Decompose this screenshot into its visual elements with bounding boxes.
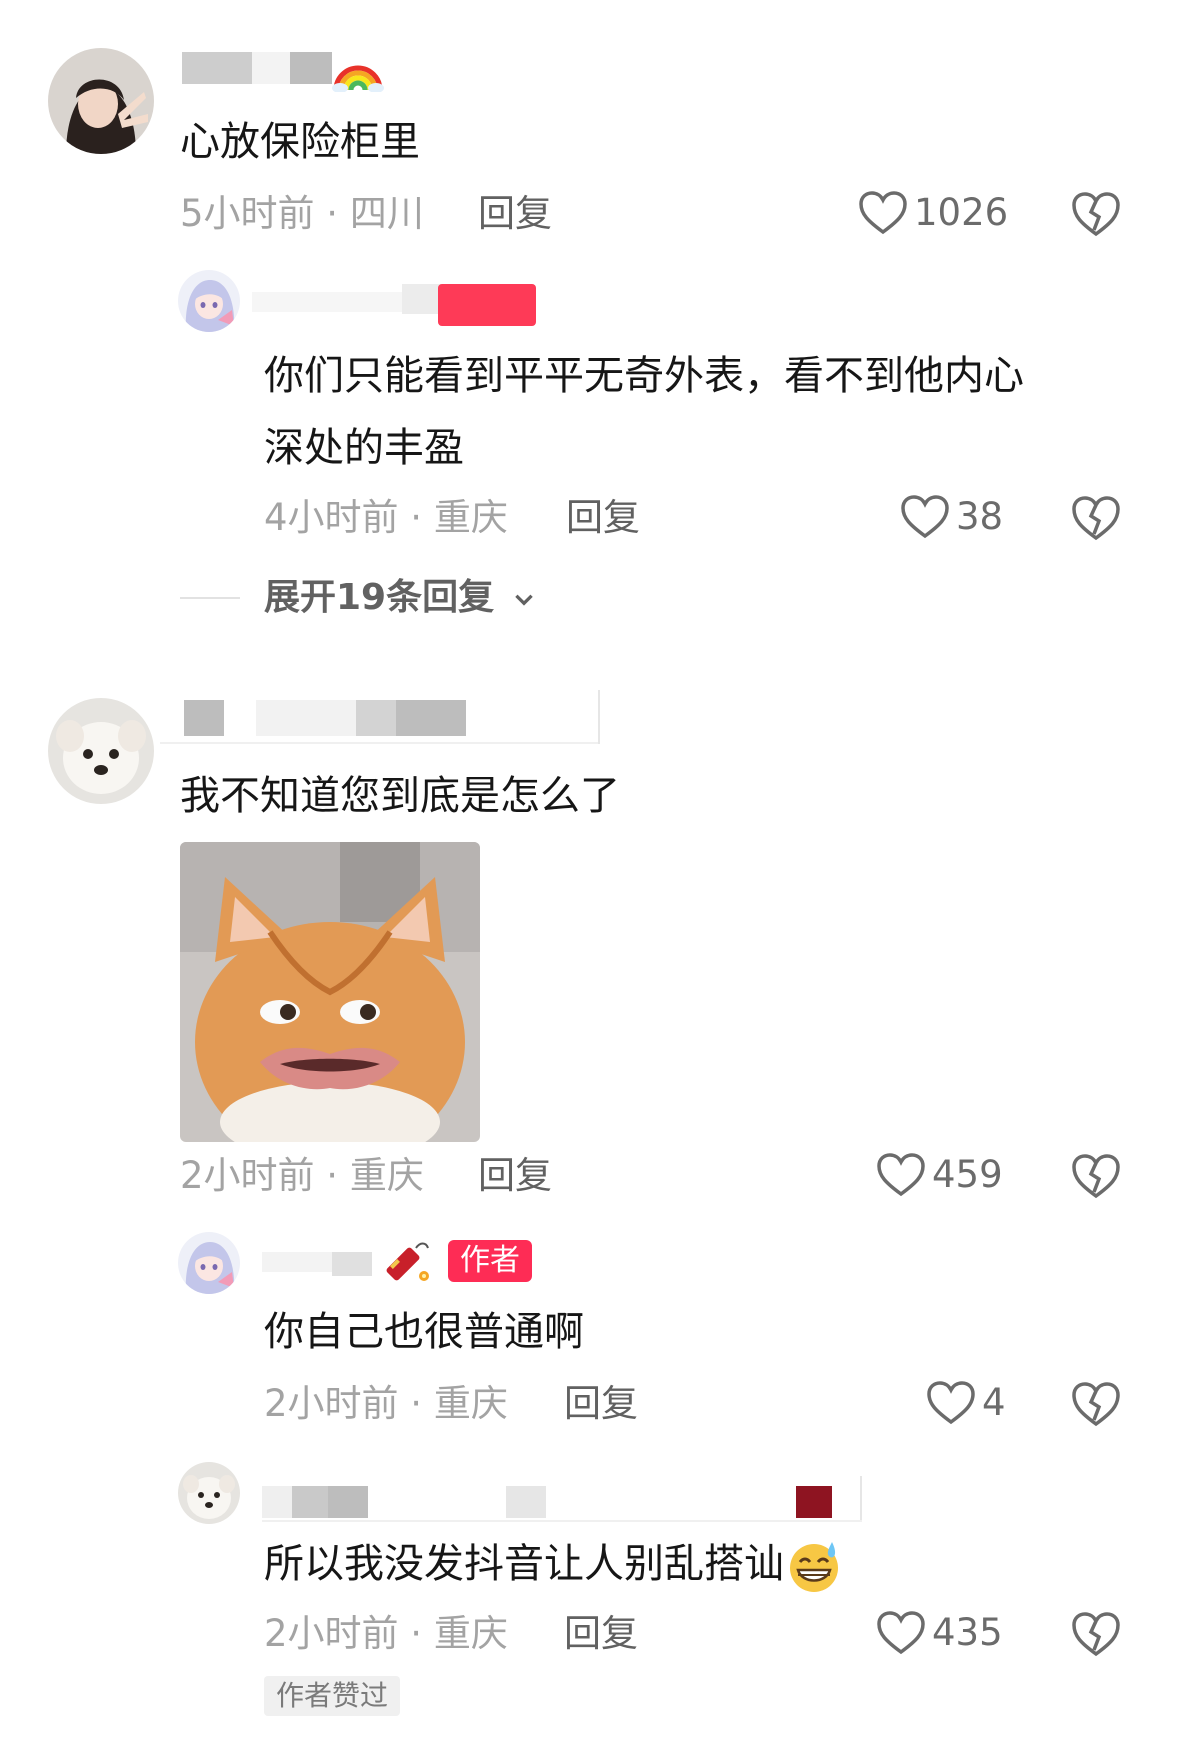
comment-text: 心放保险柜里 — [180, 119, 420, 165]
broken-heart-icon — [1072, 496, 1120, 541]
comment-text: 我不知道您到底是怎么了 — [180, 773, 620, 819]
chevron-down-icon — [514, 594, 533, 606]
reply-button[interactable]: 回复 — [478, 1154, 552, 1198]
comment-meta: 5小时前 · 四川 — [180, 192, 424, 235]
reply-text: 你们只能看到平平无奇外表，看不到他内心 — [264, 353, 1024, 399]
heart-outline-icon — [901, 495, 949, 539]
like-count: 459 — [932, 1153, 1003, 1196]
reply-button[interactable]: 回复 — [566, 496, 640, 540]
avatar[interactable] — [178, 270, 240, 332]
rainbow-icon — [332, 46, 384, 93]
like-button[interactable]: 459 — [876, 1152, 1003, 1198]
dislike-button[interactable] — [1070, 494, 1122, 542]
reply-meta: 4小时前 · 重庆 — [264, 496, 508, 539]
expand-replies-button[interactable]: 展开19条回复 — [264, 576, 537, 620]
username-blurred[interactable] — [262, 1246, 372, 1276]
dislike-button[interactable] — [1070, 1152, 1122, 1200]
username-blurred[interactable] — [182, 52, 332, 86]
like-button[interactable]: 38 — [900, 494, 1003, 540]
like-count: 435 — [932, 1611, 1003, 1654]
reply-meta: 2小时前 · 重庆 — [264, 1612, 508, 1655]
like-button[interactable]: 1026 — [858, 190, 1008, 236]
avatar[interactable] — [178, 1462, 240, 1524]
heart-outline-icon — [877, 1611, 925, 1655]
author-badge: 作者 — [448, 1240, 532, 1282]
dislike-button[interactable] — [1070, 1610, 1122, 1658]
firecracker-icon — [380, 1236, 434, 1290]
comment-meta: 2小时前 · 重庆 — [180, 1154, 424, 1197]
like-count: 4 — [982, 1381, 1006, 1424]
like-button[interactable]: 435 — [876, 1610, 1003, 1656]
heart-outline-icon — [859, 191, 907, 235]
reply-text-content: 所以我没发抖音让人别乱搭讪 — [264, 1541, 784, 1587]
grinning-sweat-emoji-icon — [790, 1542, 838, 1592]
reply-text: 深处的丰盈 — [264, 425, 464, 471]
heart-outline-icon — [877, 1153, 925, 1197]
like-count: 38 — [956, 495, 1004, 538]
reply-button[interactable]: 回复 — [478, 192, 552, 236]
expand-label: 展开19条回复 — [264, 577, 495, 618]
avatar[interactable] — [178, 1232, 240, 1294]
author-liked-badge: 作者赞过 — [264, 1676, 401, 1716]
heart-outline-icon — [927, 1381, 975, 1425]
avatar[interactable] — [48, 698, 154, 804]
username-blurred[interactable] — [252, 284, 536, 328]
avatar[interactable] — [48, 48, 154, 154]
expand-divider — [180, 597, 240, 599]
like-button[interactable]: 4 — [926, 1380, 1006, 1426]
username-blurred[interactable] — [160, 690, 600, 746]
sticker-image-cat[interactable] — [180, 842, 480, 1142]
like-count: 1026 — [914, 191, 1009, 234]
broken-heart-icon — [1072, 192, 1120, 237]
reply-meta: 2小时前 · 重庆 — [264, 1382, 508, 1425]
reply-button[interactable]: 回复 — [564, 1612, 638, 1656]
username-blurred[interactable] — [262, 1476, 862, 1522]
dislike-button[interactable] — [1070, 1380, 1122, 1428]
dislike-button[interactable] — [1070, 190, 1122, 238]
broken-heart-icon — [1072, 1382, 1120, 1427]
reply-text: 你自己也很普通啊 — [264, 1309, 584, 1355]
broken-heart-icon — [1072, 1154, 1120, 1199]
reply-button[interactable]: 回复 — [564, 1382, 638, 1426]
broken-heart-icon — [1072, 1612, 1120, 1657]
reply-text: 所以我没发抖音让人别乱搭讪 — [264, 1528, 842, 1600]
